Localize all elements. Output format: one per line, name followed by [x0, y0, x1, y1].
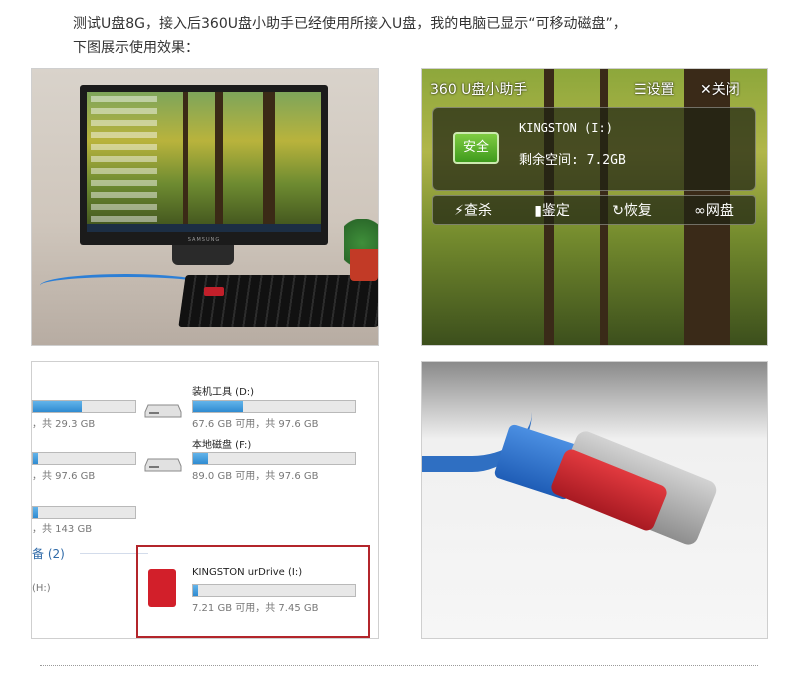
desk-photo: SAMSUNG [31, 68, 379, 346]
desktop-screen [87, 92, 321, 232]
kingston-logo-icon [148, 569, 176, 607]
drive-usage-bar [192, 452, 356, 465]
settings-button[interactable]: ☰设置 [634, 79, 675, 99]
drive-size: ，共 143 GB [32, 524, 93, 535]
assistant-action-bar: ⚡查杀 ▮鉴定 ↻恢复 ∞网盘 [432, 195, 756, 225]
drive-label: (H:) [32, 583, 51, 594]
monitor-brand: SAMSUNG [187, 237, 221, 243]
drive-usage-bar [32, 452, 136, 465]
desktop-icons [91, 96, 157, 226]
close-button[interactable]: ✕关闭 [700, 79, 740, 99]
drive-size: 89.0 GB 可用，共 97.6 GB [192, 471, 319, 482]
monitor: SAMSUNG [80, 85, 328, 245]
usb-usage-bar [192, 584, 356, 597]
drive-usage-fill [33, 453, 39, 464]
taskbar [87, 224, 321, 232]
drive-size: ，共 97.6 GB [32, 471, 96, 482]
usb-closeup-photo [421, 361, 768, 639]
drive-usage-fill [193, 401, 244, 412]
usb-drive-size: 7.21 GB 可用，共 7.45 GB [192, 603, 319, 614]
assistant-title: 360 U盘小助手 [430, 82, 528, 98]
footer-divider [40, 665, 758, 666]
recover-button[interactable]: ↻恢复 [612, 200, 652, 220]
drive-name: KINGSTON (I:) [519, 121, 613, 135]
drive-card: 安全 KINGSTON (I:) 剩余空间: 7.2GB [432, 107, 756, 191]
identify-button[interactable]: ▮鉴定 [534, 200, 570, 220]
usb-drive-name[interactable]: KINGSTON urDrive (I:) [192, 567, 302, 578]
free-space: 剩余空间: 7.2GB [519, 153, 626, 168]
drive-size: ，共 29.3 GB [32, 419, 96, 430]
drive-usage-bar [192, 400, 356, 413]
plant-pot [350, 249, 378, 281]
keyboard [178, 275, 378, 327]
hard-drive-icon [144, 458, 182, 472]
usb-usage-fill [193, 585, 198, 596]
drive-usage-bar [32, 400, 136, 413]
drive-usage-bar [32, 506, 136, 519]
screen-tree [263, 92, 275, 232]
drive-usage-fill [33, 507, 39, 518]
safe-status-badge: 安全 [453, 132, 499, 164]
intro-text: 测试U盘8G，接入后360U盘小助手已经使用所接入U盘，我的电脑已显示“可移动磁… [73, 12, 773, 60]
drive-usage-fill [193, 453, 208, 464]
intro-line-1: 测试U盘8G，接入后360U盘小助手已经使用所接入U盘，我的电脑已显示“可移动磁… [73, 16, 627, 32]
section-header: 备 (2) [32, 547, 65, 561]
drive-name[interactable]: 本地磁盘 (F:) [192, 436, 251, 451]
drive-size: 67.6 GB 可用，共 97.6 GB [192, 419, 319, 430]
monitor-stand [172, 245, 234, 265]
screen-tree [183, 92, 188, 232]
screen-tree [215, 92, 223, 232]
scan-button[interactable]: ⚡查杀 [454, 200, 492, 220]
hard-drive-icon [144, 404, 182, 418]
drive-name[interactable]: 装机工具 (D:) [192, 383, 254, 398]
assistant-screenshot: 360 U盘小助手 ☰设置 ✕关闭 安全 KINGSTON (I:) 剩余空间:… [421, 68, 768, 346]
cloud-drive-button[interactable]: ∞网盘 [694, 200, 734, 220]
explorer-screenshot: ，共 29.3 GB ，共 97.6 GB ，共 143 GB 备 (2) (H… [31, 361, 379, 639]
intro-line-2: 下图展示使用效果： [73, 40, 199, 56]
usb-stick [204, 287, 224, 296]
drive-usage-fill [33, 401, 82, 412]
